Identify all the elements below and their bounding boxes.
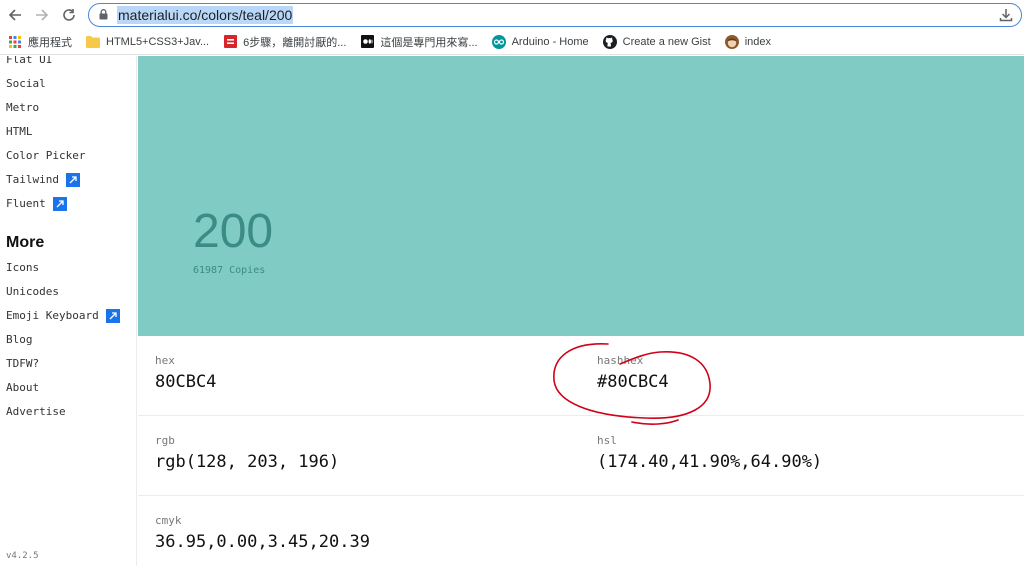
value-label: cmyk [155,514,182,527]
bookmark-label: 6步驟，離開討厭的... [243,36,347,49]
site-favicon-icon [223,35,237,49]
hex-value[interactable]: 80CBC4 [155,372,216,392]
bookmark-label: 這個是專門用來寫... [380,36,478,49]
copy-count: 61987 Copies [193,265,266,276]
sidebar-item-color-picker[interactable]: Color Picker [6,149,85,163]
sidebar-item-label: Metro [6,101,40,114]
rgb-value[interactable]: rgb(128, 203, 196) [155,452,339,472]
cmyk-cell[interactable]: cmyk 36.95,0.00,3.45,20.39 [138,496,581,566]
value-label: hsl [597,434,617,447]
bookmark-apps[interactable]: 應用程式 [8,34,72,50]
sidebar-item-label: Fluent [6,197,46,210]
sidebar-item-label: HTML [6,125,33,138]
external-link-icon [65,173,80,187]
arduino-icon [491,34,506,49]
sidebar-item-label: Tailwind [6,173,59,186]
download-icon[interactable] [999,8,1013,22]
forward-arrow-icon [36,9,49,21]
bookmark-label: HTML5+CSS3+Jav... [106,35,210,48]
value-label: hashhex [597,354,644,367]
sidebar-item-blog[interactable]: Blog [6,333,33,347]
bookmark-6steps[interactable]: 6步驟，離開討厭的... [223,34,346,50]
hashhex-value[interactable]: #80CBC4 [597,372,669,392]
sidebar-item-tdfw[interactable]: TDFW? [6,357,39,371]
value-label: hex [155,354,175,367]
hsl-value[interactable]: (174.40,41.90%,64.90%) [597,452,822,472]
sidebar-item-label: Icons [6,261,40,274]
browser-toolbar: materialui.co/colors/teal/200 [0,0,1024,29]
sidebar-item-flat-ui[interactable]: Flat UI [6,56,52,67]
sidebar-item-social[interactable]: Social [6,77,46,91]
sidebar-item-icons[interactable]: Icons [6,261,39,275]
hsl-cell[interactable]: hsl (174.40,41.90%,64.90%) [580,416,1024,496]
bookmark-label: 應用程式 [28,36,72,49]
sidebar-item-label: Flat UI [6,56,53,66]
sidebar-item-fluent[interactable]: Fluent [6,197,67,211]
bookmark-label: Create a new Gist [622,35,711,48]
sidebar: Flat UI Social Metro HTML Color Picker T… [0,56,137,566]
hex-cell[interactable]: hex 80CBC4 [138,336,581,416]
bookmark-label: Arduino - Home [511,35,589,48]
bookmark-label: index [744,35,771,48]
color-swatch[interactable]: 200 61987 Copies [138,56,1024,336]
github-icon [602,34,617,49]
sidebar-item-unicodes[interactable]: Unicodes [6,285,59,299]
sidebar-item-tailwind[interactable]: Tailwind [6,173,80,187]
sidebar-item-advertise[interactable]: Advertise [6,405,66,419]
sidebar-item-about[interactable]: About [6,381,39,395]
sidebar-item-html[interactable]: HTML [6,125,33,139]
more-heading: More [6,234,45,251]
lock-icon [99,9,108,20]
sidebar-item-label: Social [6,77,46,90]
bookmark-gist[interactable]: Create a new Gist [602,34,711,49]
shade-number: 200 [193,205,274,258]
bookmark-index[interactable]: index [724,34,771,49]
sidebar-item-emoji-keyboard[interactable]: Emoji Keyboard [6,309,120,323]
bookmark-html5-folder[interactable]: HTML5+CSS3+Jav... [86,35,209,49]
value-label: rgb [155,434,175,447]
forward-button[interactable] [31,4,53,26]
sidebar-item-label: About [6,381,40,394]
external-link-icon [105,309,120,323]
avatar-icon [724,34,739,49]
back-arrow-icon [8,9,21,21]
address-bar[interactable]: materialui.co/colors/teal/200 [88,3,1022,27]
version-label: v4.2.5 [6,551,39,561]
apps-grid-icon [8,35,22,49]
url-text[interactable]: materialui.co/colors/teal/200 [117,6,294,24]
sidebar-item-label: Unicodes [6,285,59,298]
back-button[interactable] [4,4,26,26]
hashhex-cell[interactable]: hashhex #80CBC4 [580,336,1024,416]
bookmark-arduino[interactable]: Arduino - Home [491,34,589,49]
bookmarks-bar: 應用程式 HTML5+CSS3+Jav... 6步驟，離開討厭的... 這個是專… [0,29,1024,55]
sidebar-item-label: Advertise [6,405,66,418]
sidebar-item-label: Color Picker [6,149,86,162]
folder-icon [86,35,100,49]
sidebar-item-label: Emoji Keyboard [6,309,99,322]
rgb-cell[interactable]: rgb rgb(128, 203, 196) [138,416,581,496]
sidebar-item-label: TDFW? [6,357,40,370]
empty-cell [580,496,1024,566]
bookmark-medium[interactable]: 這個是專門用來寫... [360,34,478,50]
sidebar-item-label: Blog [6,333,33,346]
sidebar-item-metro[interactable]: Metro [6,101,39,115]
cmyk-value[interactable]: 36.95,0.00,3.45,20.39 [155,532,370,552]
medium-icon [360,35,374,49]
external-link-icon [52,197,67,211]
reload-button[interactable] [58,4,80,26]
reload-icon [63,9,75,21]
